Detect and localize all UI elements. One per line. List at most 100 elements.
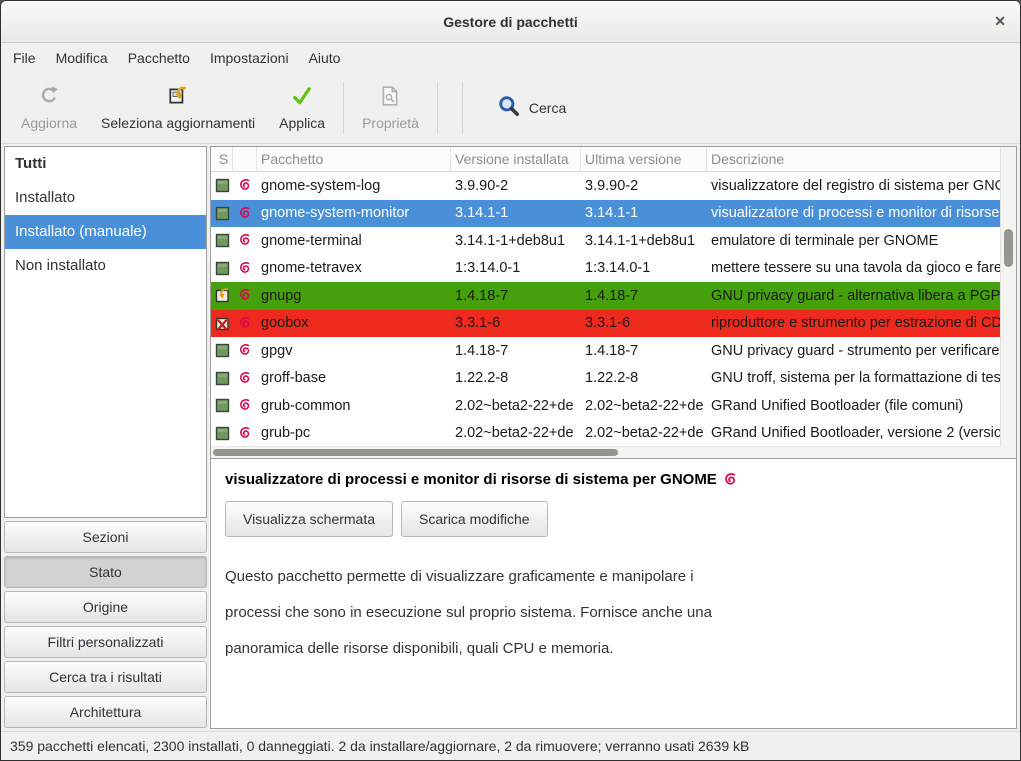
latest-version: 1.4.18-7: [581, 288, 707, 304]
debian-swirl-icon: [238, 343, 253, 358]
latest-version: 3.9.90-2: [581, 178, 707, 194]
filter-list-item[interactable]: Non installato: [5, 249, 206, 283]
table-row[interactable]: goobox 3.3.1-6 3.3.1-6 riproduttore e st…: [211, 310, 1001, 338]
table-row[interactable]: grub-pc 2.02~beta2-22+de 2.02~beta2-22+d…: [211, 420, 1001, 448]
debian-swirl-icon: [238, 316, 253, 331]
menu-file[interactable]: File: [3, 45, 46, 71]
details-description: Questo pacchetto permette di visualizzar…: [225, 559, 1002, 667]
package-description: visualizzatore del registro di sistema p…: [707, 178, 1001, 194]
marked-reinstall-icon: [215, 288, 230, 303]
table-row[interactable]: gnome-system-monitor 3.14.1-1 3.14.1-1 v…: [211, 200, 1001, 228]
package-name: gnupg: [257, 288, 451, 304]
filter-category-button[interactable]: Origine: [4, 591, 207, 623]
mark-all-upgrades-label: Seleziona aggiornamenti: [101, 115, 255, 131]
get-screenshot-button[interactable]: Visualizza schermata: [225, 501, 393, 537]
toolbar-separator: [343, 82, 344, 134]
properties-label: Proprietà: [362, 115, 419, 131]
toolbar-separator: [437, 82, 438, 134]
get-changelog-button[interactable]: Scarica modifiche: [401, 501, 548, 537]
installed-version: 3.9.90-2: [451, 178, 581, 194]
column-header-origin[interactable]: [233, 147, 257, 171]
package-description: GNU privacy guard - strumento per verifi…: [707, 343, 1001, 359]
filter-category-button[interactable]: Architettura: [4, 696, 207, 728]
installed-version: 3.3.1-6: [451, 315, 581, 331]
vertical-scrollbar[interactable]: [1000, 147, 1016, 458]
details-pane: visualizzatore di processi e monitor di …: [211, 459, 1016, 728]
reload-label: Aggiorna: [21, 115, 77, 131]
filter-category-button[interactable]: Cerca tra i risultati: [4, 661, 207, 693]
status-cell: [211, 426, 233, 441]
column-header-status[interactable]: S: [211, 147, 233, 171]
mark-all-upgrades-button[interactable]: Seleziona aggiornamenti: [89, 80, 267, 136]
search-label: Cerca: [529, 100, 566, 116]
menu-impostazioni[interactable]: Impostazioni: [200, 45, 299, 71]
menu-pacchetto[interactable]: Pacchetto: [118, 45, 200, 71]
status-text: 359 pacchetti elencati, 2300 installati,…: [10, 738, 749, 754]
filter-list-item[interactable]: Tutti: [5, 147, 206, 181]
latest-version: 1:3.14.0-1: [581, 260, 707, 276]
installed-square-icon: [215, 206, 230, 221]
menu-modifica[interactable]: Modifica: [46, 45, 118, 71]
reload-button[interactable]: Aggiorna: [9, 80, 89, 136]
window-title: Gestore di pacchetti: [443, 14, 578, 30]
filter-list-item[interactable]: Installato (manuale): [5, 215, 206, 249]
table-row[interactable]: gnome-system-log 3.9.90-2 3.9.90-2 visua…: [211, 172, 1001, 200]
installed-version: 1.4.18-7: [451, 343, 581, 359]
debian-swirl-icon: [238, 371, 253, 386]
package-description: GNU troff, sistema per la formattazione …: [707, 370, 1001, 386]
package-name: groff-base: [257, 370, 451, 386]
installed-square-icon: [215, 233, 230, 248]
search-button[interactable]: Cerca: [483, 86, 580, 129]
status-cell: [211, 178, 233, 193]
filter-category-button[interactable]: Sezioni: [4, 521, 207, 553]
table-row[interactable]: gnome-terminal 3.14.1-1+deb8u1 3.14.1-1+…: [211, 227, 1001, 255]
table-row[interactable]: gnome-tetravex 1:3.14.0-1 1:3.14.0-1 met…: [211, 255, 1001, 283]
package-description: GNU privacy guard - alternativa libera a…: [707, 288, 1001, 304]
debian-swirl-icon: [238, 426, 253, 441]
marked-remove-icon: [215, 316, 230, 331]
table-row[interactable]: groff-base 1.22.2-8 1.22.2-8 GNU troff, …: [211, 365, 1001, 393]
column-header-installed-version[interactable]: Versione installata: [451, 147, 581, 171]
installed-version: 2.02~beta2-22+de: [451, 425, 581, 441]
origin-cell: [233, 261, 257, 276]
installed-square-icon: [215, 261, 230, 276]
table-row[interactable]: grub-common 2.02~beta2-22+de 2.02~beta2-…: [211, 392, 1001, 420]
status-cell: [211, 288, 233, 303]
column-header-package[interactable]: Pacchetto: [257, 147, 451, 171]
table-row[interactable]: gpgv 1.4.18-7 1.4.18-7 GNU privacy guard…: [211, 337, 1001, 365]
package-panel: S Pacchetto Versione installata Ultima v…: [210, 146, 1017, 729]
origin-cell: [233, 316, 257, 331]
package-description: riproduttore e strumento per estrazione …: [707, 315, 1001, 331]
vertical-scrollbar-thumb[interactable]: [1004, 229, 1013, 267]
titlebar[interactable]: Gestore di pacchetti ✕: [1, 1, 1020, 43]
menu-aiuto[interactable]: Aiuto: [299, 45, 351, 71]
apply-button[interactable]: Applica: [267, 80, 337, 136]
column-header-description[interactable]: Descrizione: [707, 147, 1001, 171]
horizontal-scrollbar-thumb[interactable]: [213, 449, 618, 456]
mark-upgrades-icon: [167, 85, 189, 110]
latest-version: 2.02~beta2-22+de: [581, 398, 707, 414]
synaptic-window: Gestore di pacchetti ✕ File Modifica Pac…: [0, 0, 1021, 761]
status-cell: [211, 233, 233, 248]
close-button[interactable]: ✕: [994, 1, 1006, 42]
filter-list-item[interactable]: Installato: [5, 181, 206, 215]
refresh-icon: [38, 85, 60, 110]
debian-swirl-icon: [238, 398, 253, 413]
package-name: grub-pc: [257, 425, 451, 441]
horizontal-scrollbar[interactable]: [211, 446, 1001, 458]
table-row[interactable]: gnupg 1.4.18-7 1.4.18-7 GNU privacy guar…: [211, 282, 1001, 310]
close-icon: ✕: [994, 13, 1006, 30]
filter-category-button[interactable]: Filtri personalizzati: [4, 626, 207, 658]
properties-button[interactable]: Proprietà: [350, 80, 431, 136]
filter-category-button[interactable]: Stato: [4, 556, 207, 588]
package-description: GRand Unified Bootloader, versione 2 (ve…: [707, 425, 1001, 441]
column-header-latest-version[interactable]: Ultima versione: [581, 147, 707, 171]
latest-version: 1.22.2-8: [581, 370, 707, 386]
table-rows: gnome-system-log 3.9.90-2 3.9.90-2 visua…: [211, 172, 1001, 447]
installed-square-icon: [215, 398, 230, 413]
statusbar: 359 pacchetti elencati, 2300 installati,…: [1, 731, 1020, 760]
package-description: GRand Unified Bootloader (file comuni): [707, 398, 1001, 414]
status-cell: [211, 316, 233, 331]
package-name: gnome-system-log: [257, 178, 451, 194]
package-description: mettere tessere su una tavola da gioco e…: [707, 260, 1001, 276]
